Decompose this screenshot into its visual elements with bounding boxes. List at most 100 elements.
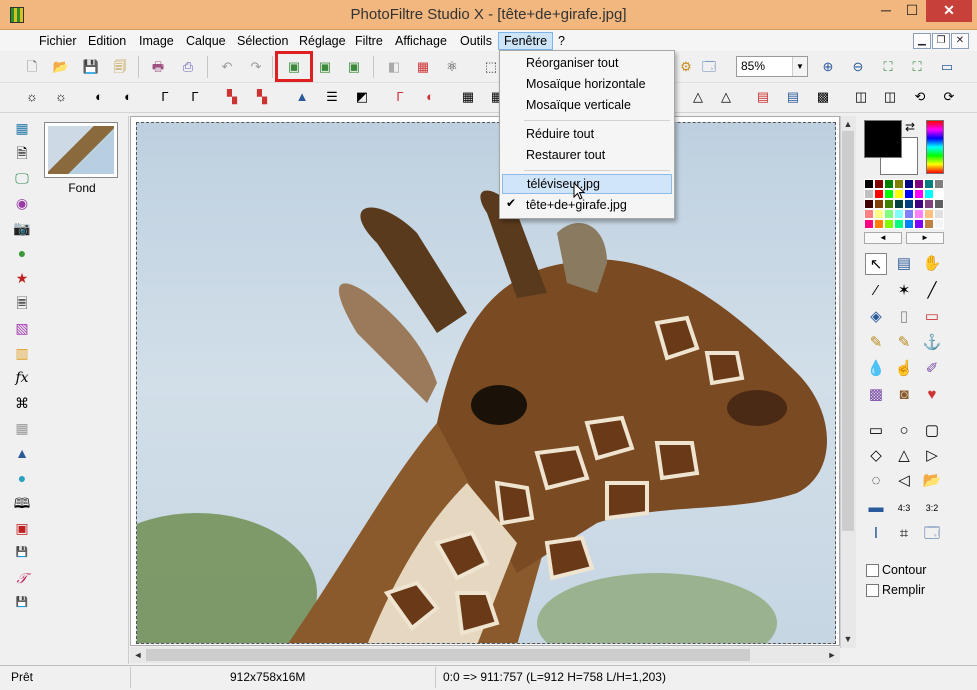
book-open-icon[interactable]: 🕮 [12,493,32,513]
palette-swatch[interactable] [934,189,944,199]
palette-swatch[interactable] [904,209,914,219]
palette-swatch[interactable] [924,199,934,209]
texture-swatch-icon[interactable]: ▧ [12,318,32,338]
brightness-minus-icon[interactable]: ☼ [22,87,42,107]
smudge-icon[interactable]: ☝ [893,358,915,380]
palette-next-button[interactable]: ► [906,232,944,244]
menu-outils[interactable]: Outils [455,32,497,50]
brightness-plus-icon[interactable]: ☼ [51,87,71,107]
line-tool-icon[interactable]: ╱ [921,280,943,302]
tool-icon[interactable]: ⬚ [481,57,501,77]
image-canvas[interactable] [136,122,836,644]
drop-outline-icon[interactable]: △ [716,87,736,107]
palette-swatch[interactable] [864,179,874,189]
close-button[interactable]: ✕ [926,0,972,22]
zoom-out-icon[interactable]: ⊖ [848,57,868,77]
contrast-minus-icon[interactable]: ◐ [89,87,109,107]
palette-swatch[interactable] [864,199,874,209]
palette-swatch[interactable] [904,189,914,199]
undo-icon[interactable]: ↶ [217,57,237,77]
mdi-restore-button[interactable]: ❐ [932,33,950,49]
scroll-up-icon[interactable]: ▲ [840,116,856,132]
flip-icon[interactable]: ◫ [880,87,900,107]
palette-swatch[interactable] [884,219,894,229]
palette-swatch[interactable] [894,179,904,189]
effect-icon[interactable]: ⚛ [442,57,462,77]
ratio-3-2-icon[interactable]: 3:2 [921,497,943,519]
menu-item-tile-vertical[interactable]: Mosaïque verticale [502,95,672,115]
window-icon[interactable]: 🗔 [699,57,719,77]
book-icon[interactable]: ◫ [851,87,871,107]
palette-swatch[interactable] [894,199,904,209]
text-cursor-icon[interactable]: Ⅰ [865,523,887,545]
saturation-plus-icon[interactable]: ▚ [252,87,272,107]
lasso-icon[interactable]: ◌ [865,470,887,492]
palette-swatch[interactable] [874,189,884,199]
diamond-shape-icon[interactable]: ◇ [865,445,887,467]
palette-swatch[interactable] [924,209,934,219]
gradient-fill-icon[interactable]: ▤ [783,87,803,107]
brush-icon[interactable]: ✎ [865,332,887,354]
rotate-left-icon[interactable]: ⟲ [910,87,930,107]
blur-drop-icon[interactable]: 💧 [865,358,887,380]
palette-swatch[interactable] [904,219,914,229]
palette-swatch[interactable] [904,179,914,189]
rotate-right-icon[interactable]: ⟳ [939,87,959,107]
save-icon[interactable]: 💾 [81,57,101,77]
eyedropper-icon[interactable]: ⁄ [865,280,887,302]
palette-swatch[interactable] [884,179,894,189]
menu-item-window-televiseur[interactable]: téléviseur.jpg [502,174,672,194]
selection-all-icon[interactable]: ▬ [865,497,887,519]
color-palette[interactable] [864,179,944,229]
layer-thumbnail[interactable] [44,122,118,178]
gradient-swatch-icon[interactable]: ▥ [12,343,32,363]
palette-swatch[interactable] [884,199,894,209]
monitor-icon[interactable]: 🖵 [12,168,32,188]
advanced-brush-icon[interactable]: ✎ [893,332,915,354]
minimize-button[interactable]: ─ [873,0,899,22]
palette-swatch[interactable] [884,189,894,199]
palette-swatch[interactable] [924,219,934,229]
menu-edition[interactable]: Edition [83,32,131,50]
curves-icon[interactable]: ☰ [322,87,342,107]
crop-marks-icon[interactable]: ⌗ [893,523,915,545]
palette-swatch[interactable] [914,219,924,229]
palette-swatch[interactable] [874,179,884,189]
vertical-scroll-thumb[interactable] [842,131,854,531]
palette-swatch[interactable] [914,189,924,199]
hue-strip[interactable] [926,120,944,174]
selection-folder-icon[interactable]: 📂 [921,470,943,492]
horizontal-scroll-thumb[interactable] [146,649,750,661]
stamp-icon[interactable]: ⚓ [921,332,943,354]
palette-swatch[interactable] [894,219,904,229]
menu-item-reorganize-all[interactable]: Réorganiser tout [502,53,672,73]
fullscreen-icon[interactable]: ▭ [937,57,957,77]
redo-icon[interactable]: ↷ [246,57,266,77]
star-icon[interactable]: ★ [12,268,32,288]
scroll-right-icon[interactable]: ► [824,647,840,663]
palette-swatch[interactable] [904,199,914,209]
invert-icon[interactable]: ◩ [352,87,372,107]
menu-fenetre[interactable]: Fenêtre [498,32,554,50]
save-2000-icon[interactable]: 💾 [12,543,32,563]
palette-swatch[interactable] [874,199,884,209]
palette-swatch[interactable] [934,179,944,189]
pattern-icon[interactable]: ⌘ [12,393,32,413]
calculator-icon[interactable]: ▦ [12,118,32,138]
palette-swatch[interactable] [864,189,874,199]
magic-select-icon[interactable]: ▤ [893,253,915,275]
rectangle-shape-icon[interactable]: ▭ [865,420,887,442]
image-new-icon[interactable]: ▣ [344,57,364,77]
menu-item-tile-horizontal[interactable]: Mosaïque horizontale [502,74,672,94]
retouch-brush-icon[interactable]: ✐ [921,358,943,380]
texture-icon[interactable]: ▩ [813,87,833,107]
mosaic-icon[interactable]: ▦ [12,418,32,438]
palette-swatch[interactable] [894,209,904,219]
histogram-icon[interactable]: ▲ [12,443,32,463]
levels-icon[interactable]: ▲ [292,87,312,107]
gamma-plus-icon[interactable]: Γ [185,87,205,107]
palette-swatch[interactable] [884,209,894,219]
gamma-minus-icon[interactable]: Γ [155,87,175,107]
save-html-icon[interactable]: 💾 [12,593,32,613]
palette-swatch[interactable] [894,189,904,199]
